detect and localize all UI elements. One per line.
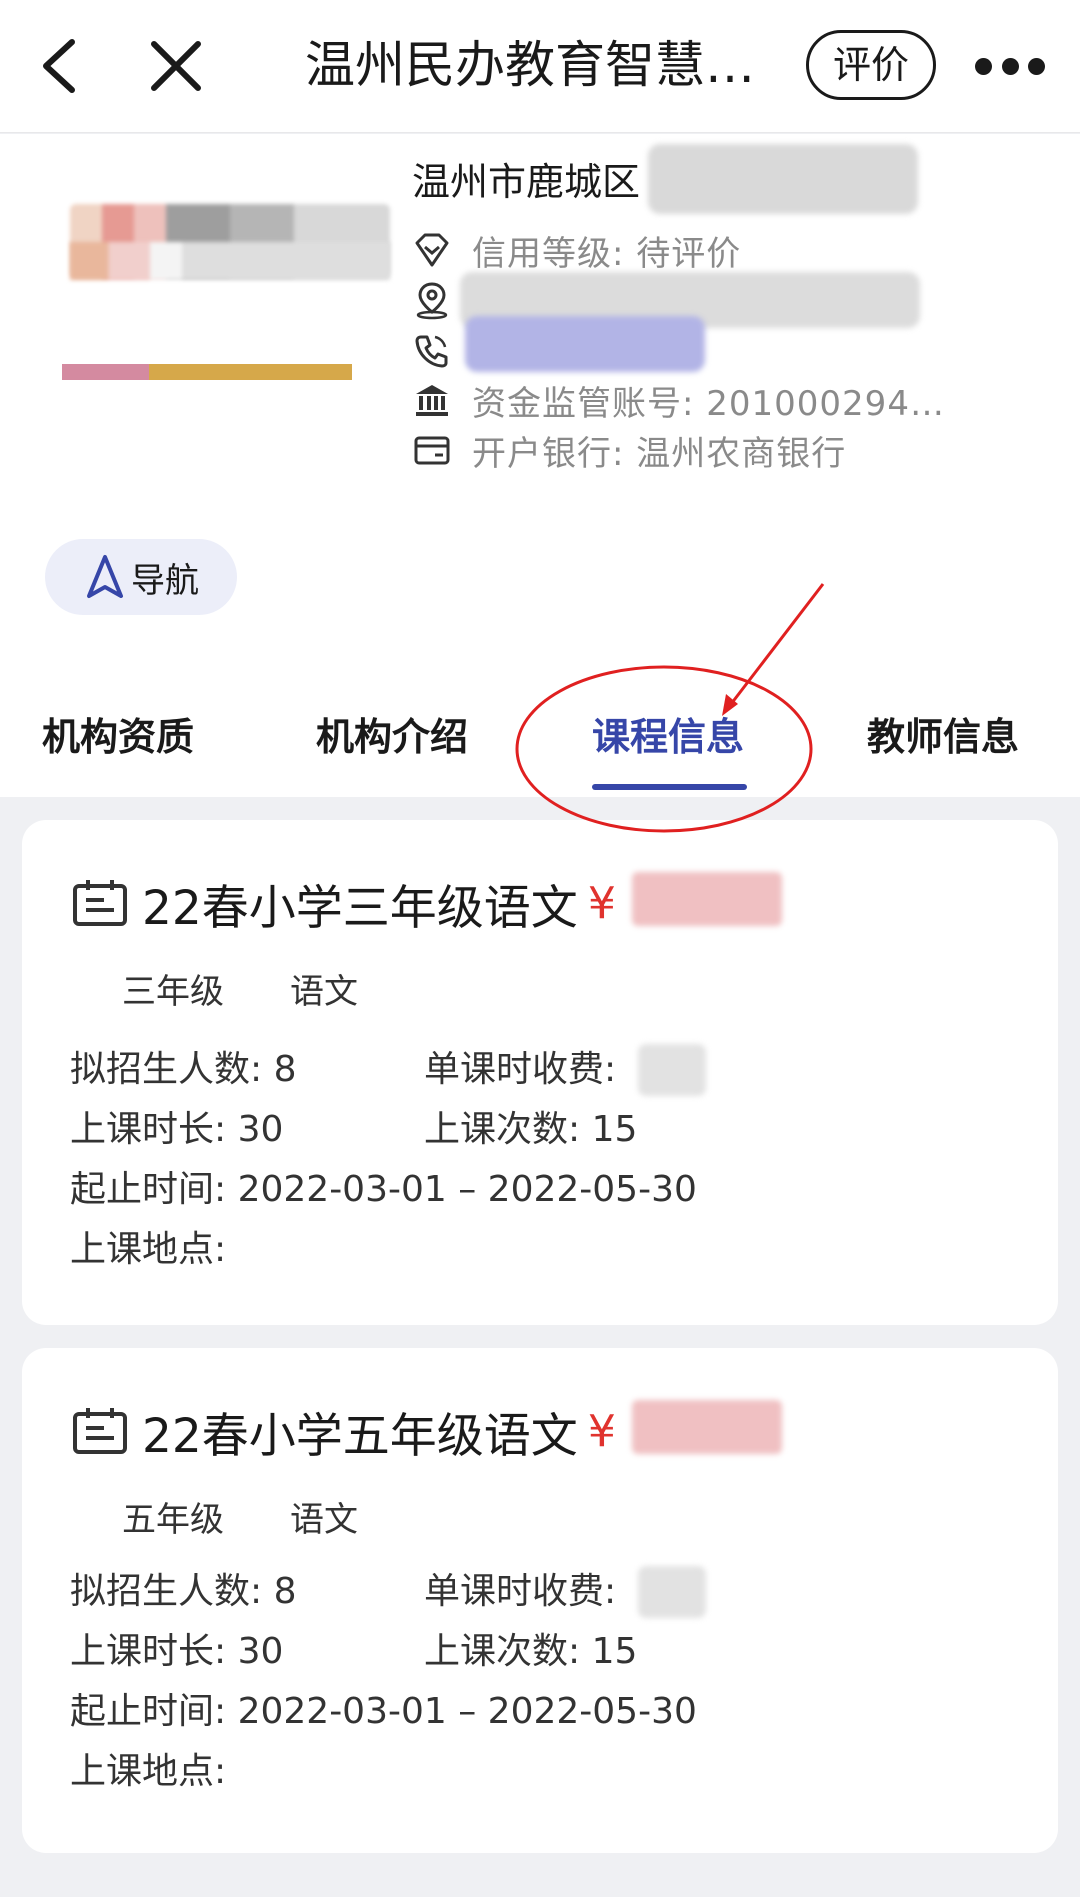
price-currency: ¥ [587,1405,616,1457]
subject-tag: 语文 [290,1500,358,1540]
redacted-price [632,872,782,926]
course-title: 22春小学三年级语文 [142,880,578,936]
course-card[interactable]: 22春小学五年级语文 ¥ 五年级 语文 拟招生人数: 8 单课时收费: 上课时长… [22,1348,1058,1853]
session-count: 上课次数: 15 [424,1631,638,1672]
org-logo [40,204,390,380]
navigation-arrow-icon [85,554,125,600]
date-range: 起止时间: 2022-03-01 – 2022-05-30 [70,1691,697,1732]
session-count: 上课次数: 15 [424,1109,638,1150]
fund-account-text: 资金监管账号: 201000294… [472,383,945,424]
org-header: 温州市鹿城区 信用等级: 待评价 资金监管账号: 201000294… 开户银行… [0,134,1080,651]
tab-introduction[interactable]: 机构介绍 [316,709,468,765]
course-title: 22春小学五年级语文 [142,1408,578,1464]
tab-courses[interactable]: 课程信息 [592,709,744,765]
bank-row: 开户银行: 温州农商银行 [412,426,846,474]
enroll-count: 拟招生人数: 8 [70,1049,297,1090]
calendar-icon [72,1406,128,1456]
rate-button[interactable]: 评价 [806,30,936,100]
tab-qualification[interactable]: 机构资质 [42,709,194,765]
navigation-label: 导航 [131,560,199,601]
location: 上课地点: [70,1751,227,1792]
grade-tag: 五年级 [122,1500,224,1540]
subject-tag: 语文 [290,972,358,1012]
course-title-row: 22春小学三年级语文 ¥ [72,870,616,936]
redacted-fee [638,1044,706,1096]
page-title: 温州民办教育智慧… [305,36,755,94]
bank-icon [412,380,452,420]
diamond-icon [412,230,452,270]
credit-row: 信用等级: 待评价 [412,226,741,274]
phone-row[interactable] [412,326,472,374]
fund-account-row: 资金监管账号: 201000294… [412,376,945,424]
redacted-org-name [648,144,918,214]
tab-bar: 机构资质 机构介绍 课程信息 教师信息 [0,651,1080,797]
location: 上课地点: [70,1229,227,1270]
redacted-price [632,1400,782,1454]
redacted-fee [638,1566,706,1618]
duration: 上课时长: 30 [70,1109,284,1150]
back-icon[interactable] [36,36,84,96]
calendar-icon [72,878,128,928]
org-name: 温州市鹿城区 [412,160,641,204]
top-navbar: 温州民办教育智慧… 评价 [0,0,1080,133]
close-icon[interactable] [148,36,204,96]
navigation-button[interactable]: 导航 [45,539,237,615]
price-currency: ¥ [587,877,616,929]
credit-text: 信用等级: 待评价 [472,233,742,274]
duration: 上课时长: 30 [70,1631,284,1672]
course-title-row: 22春小学五年级语文 ¥ [72,1398,616,1464]
card-icon [412,430,452,470]
active-tab-indicator [592,784,747,790]
enroll-count: 拟招生人数: 8 [70,1571,297,1612]
grade-tag: 三年级 [122,972,224,1012]
location-icon [412,280,452,320]
tab-teachers[interactable]: 教师信息 [867,709,1019,765]
course-card[interactable]: 22春小学三年级语文 ¥ 三年级 语文 拟招生人数: 8 单课时收费: 上课时长… [22,820,1058,1325]
fee-label: 单课时收费: [424,1049,617,1090]
redacted-phone [465,316,705,372]
date-range: 起止时间: 2022-03-01 – 2022-05-30 [70,1169,697,1210]
fee-label: 单课时收费: [424,1571,617,1612]
bank-text: 开户银行: 温州农商银行 [472,433,847,474]
more-icon[interactable] [975,48,1045,84]
phone-icon [412,330,452,370]
